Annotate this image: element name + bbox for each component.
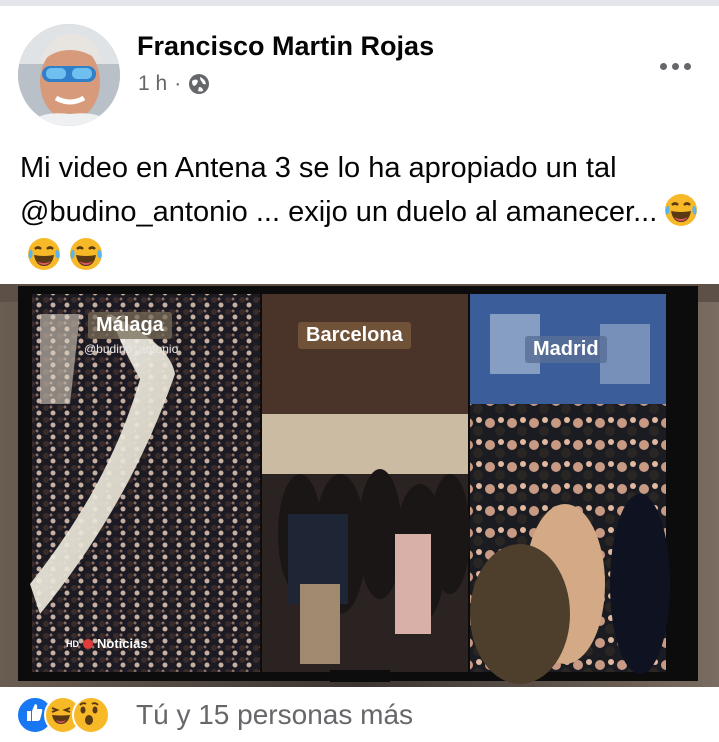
antena-logo-icon [83, 638, 93, 649]
laughing-tears-icon [663, 192, 699, 228]
author-name[interactable]: Francisco Martin Rojas [137, 31, 434, 62]
dot-icon [672, 62, 679, 70]
dot-icon [684, 62, 691, 70]
post-time[interactable]: 1 h [138, 72, 167, 96]
news-logo: HD Noticias [66, 636, 148, 651]
laughing-tears-icon [26, 236, 62, 272]
wow-icon [72, 696, 110, 734]
more-options-button[interactable] [660, 56, 700, 76]
reaction-icons[interactable] [16, 696, 110, 734]
label-barcelona: Barcelona [298, 322, 411, 349]
watermark: @budino_antonio [84, 342, 179, 356]
post-meta: 1 h · [138, 72, 210, 96]
post-text: Mi video en Antena 3 se lo ha apropiado … [20, 146, 700, 278]
top-divider [0, 0, 719, 6]
post-photo[interactable]: Málaga @budino_antonio Barcelona Madrid … [0, 284, 719, 687]
laughing-tears-icon [68, 236, 104, 272]
post-body: Mi video en Antena 3 se lo ha apropiado … [20, 152, 658, 228]
reaction-summary[interactable]: Tú y 15 personas más [136, 699, 413, 731]
globe-icon [188, 73, 210, 95]
label-madrid: Madrid [525, 336, 607, 363]
meta-separator: · [174, 72, 182, 95]
avatar[interactable] [18, 24, 120, 126]
logo-hd: HD [66, 638, 79, 649]
logo-noticias: Noticias [97, 636, 148, 651]
dot-icon [660, 62, 667, 70]
label-malaga: Málaga [88, 312, 172, 339]
